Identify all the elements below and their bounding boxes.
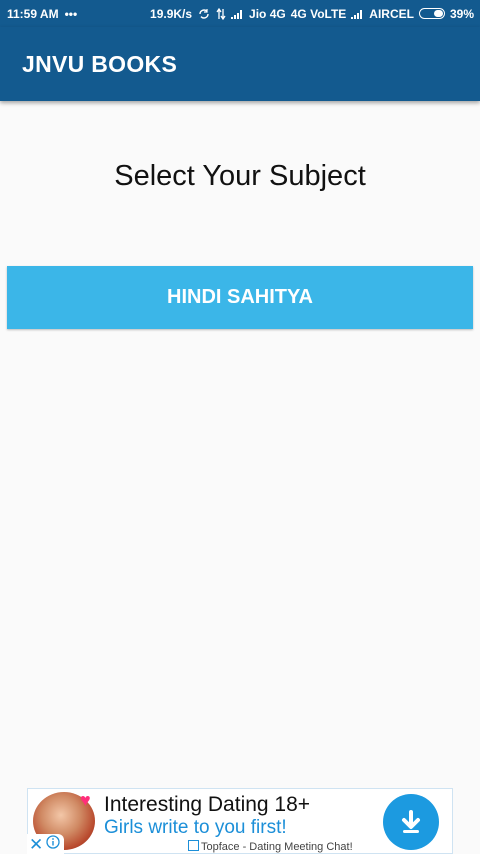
heart-icon: ♥ (80, 790, 91, 810)
status-time: 11:59 AM (7, 6, 59, 21)
app-icon (188, 840, 199, 851)
ad-choices[interactable]: ✕ (27, 834, 65, 854)
app-title: JNVU BOOKS (22, 50, 178, 77)
info-icon[interactable] (46, 834, 60, 854)
status-bar: 11:59 AM ••• 19.9K/s Jio 4G 4G VoLTE AIR… (0, 0, 480, 27)
battery-percent: 39% (449, 6, 474, 21)
download-icon[interactable] (383, 794, 439, 850)
sync-icon (197, 7, 211, 21)
more-notifications-icon: ••• (64, 6, 78, 21)
carrier-1-name: Jio 4G (249, 6, 286, 21)
close-icon[interactable]: ✕ (29, 836, 43, 853)
network-speed: 19.9K/s (150, 6, 193, 21)
subject-button-hindi-sahitya[interactable]: HINDI SAHITYA (7, 266, 473, 329)
network-type: 4G VoLTE (290, 6, 347, 21)
carrier-2-name: AIRCEL (369, 6, 414, 21)
page-heading: Select Your Subject (114, 160, 366, 192)
ad-banner[interactable]: ♥ Interesting Dating 18+ Girls write to … (27, 788, 453, 854)
battery-icon (418, 8, 445, 19)
signal-strength-icon (231, 7, 244, 21)
ad-subline: Girls write to you first! (104, 817, 287, 838)
ad-headline: Interesting Dating 18+ (104, 793, 311, 816)
app-bar: JNVU BOOKS (0, 27, 480, 101)
data-transfer-icon (216, 7, 226, 21)
ad-source: Topface - Dating Meeting Chat! (188, 840, 353, 853)
ad-source-text: Topface - Dating Meeting Chat! (201, 841, 353, 853)
signal-strength-icon (351, 7, 364, 21)
